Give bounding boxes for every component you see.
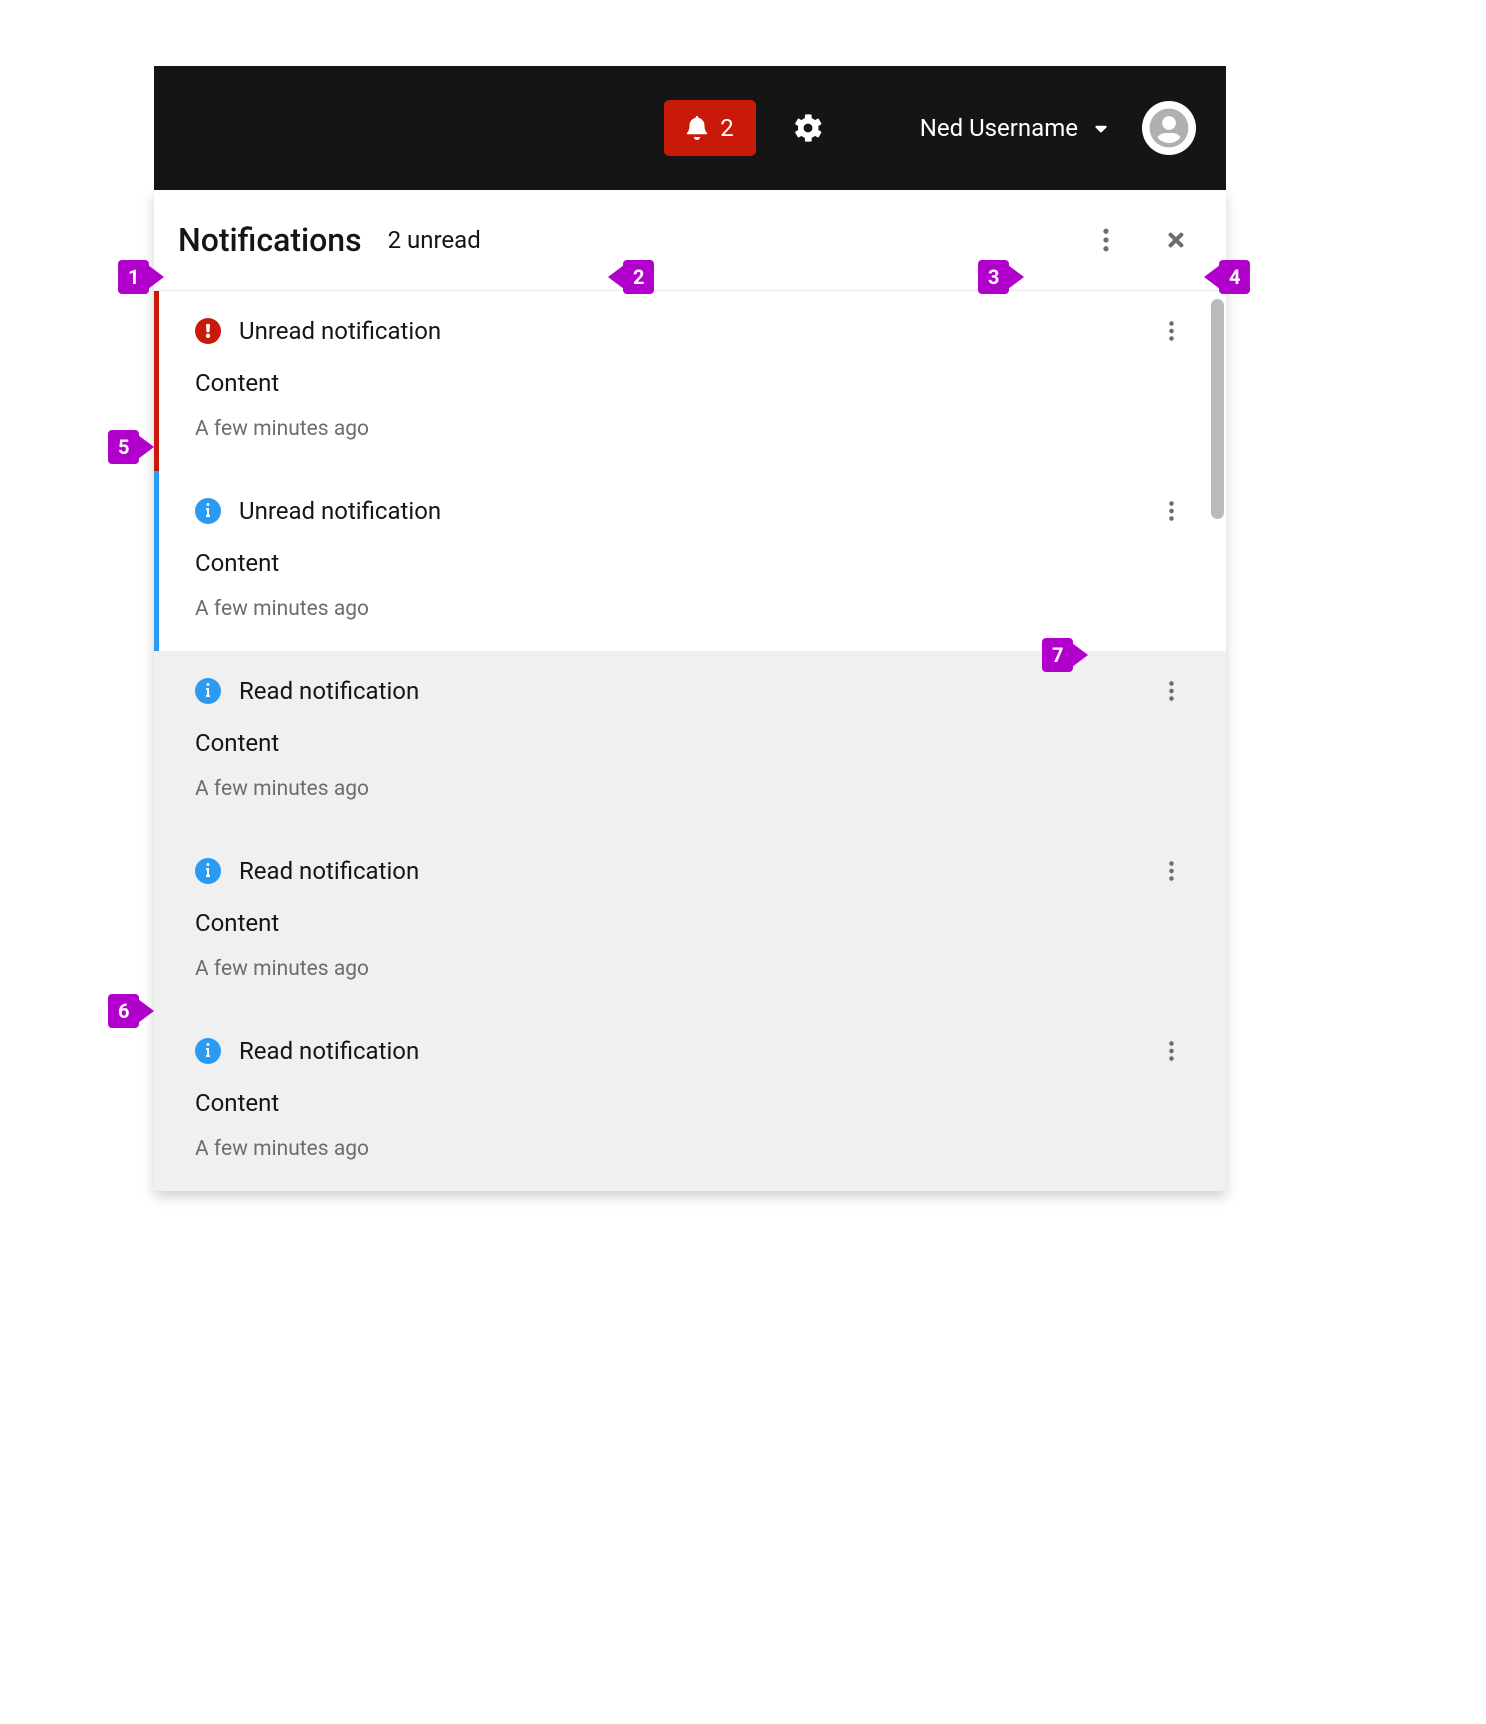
notification-title: Unread notification	[239, 317, 441, 345]
notification-body: Content	[195, 1089, 1186, 1117]
notification-item[interactable]: Read notification Content A few minutes …	[154, 831, 1226, 1011]
chevron-down-icon	[1092, 119, 1110, 137]
notification-title: Unread notification	[239, 497, 441, 525]
callout-6: 6	[108, 994, 154, 1028]
notification-drawer: Notifications 2 unread Unread notificati…	[154, 190, 1226, 1191]
kebab-icon	[1102, 226, 1110, 254]
drawer-title: Notifications	[178, 221, 362, 259]
kebab-icon	[1168, 1039, 1175, 1063]
notification-item[interactable]: Unread notification Content A few minute…	[154, 471, 1226, 651]
notification-body: Content	[195, 909, 1186, 937]
gear-icon	[794, 114, 822, 142]
callout-4: 4	[1204, 260, 1250, 294]
drawer-actions-button[interactable]	[1084, 218, 1128, 262]
kebab-icon	[1168, 859, 1175, 883]
notification-item[interactable]: Unread notification Content A few minute…	[154, 291, 1226, 471]
notification-count: 2	[720, 114, 734, 142]
kebab-icon	[1168, 499, 1175, 523]
username-label: Ned Username	[920, 114, 1078, 142]
bell-icon	[686, 116, 708, 140]
user-menu[interactable]: Ned Username	[920, 101, 1196, 155]
avatar	[1142, 101, 1196, 155]
notification-list: Unread notification Content A few minute…	[154, 291, 1226, 1191]
notification-actions-button[interactable]	[1156, 1039, 1186, 1063]
drawer-close-button[interactable]	[1154, 218, 1198, 262]
notification-title: Read notification	[239, 677, 419, 705]
notification-timestamp: A few minutes ago	[195, 597, 1186, 621]
notification-timestamp: A few minutes ago	[195, 777, 1186, 801]
exclamation-icon	[195, 318, 221, 344]
kebab-icon	[1168, 679, 1175, 703]
close-icon	[1165, 229, 1187, 251]
info-icon	[195, 858, 221, 884]
notification-actions-button[interactable]	[1156, 859, 1186, 883]
notification-item[interactable]: Read notification Content A few minutes …	[154, 651, 1226, 831]
notification-body: Content	[195, 369, 1186, 397]
notification-actions-button[interactable]	[1156, 499, 1186, 523]
notification-body: Content	[195, 729, 1186, 757]
notification-body: Content	[195, 549, 1186, 577]
drawer-header: Notifications 2 unread	[154, 190, 1226, 291]
notification-timestamp: A few minutes ago	[195, 957, 1186, 981]
notification-title: Read notification	[239, 1037, 419, 1065]
masthead: 2 Ned Username	[154, 66, 1226, 190]
notification-timestamp: A few minutes ago	[195, 1137, 1186, 1161]
notification-item[interactable]: Read notification Content A few minutes …	[154, 1011, 1226, 1191]
callout-1: 1	[118, 260, 164, 294]
notification-title: Read notification	[239, 857, 419, 885]
settings-button[interactable]	[788, 108, 828, 148]
kebab-icon	[1168, 319, 1175, 343]
notification-badge-button[interactable]: 2	[664, 100, 756, 156]
info-icon	[195, 678, 221, 704]
notification-actions-button[interactable]	[1156, 679, 1186, 703]
callout-7: 7	[1042, 638, 1088, 672]
callout-2: 2	[608, 260, 654, 294]
callout-3: 3	[978, 260, 1024, 294]
callout-5: 5	[108, 430, 154, 464]
notification-timestamp: A few minutes ago	[195, 417, 1186, 441]
drawer-unread-count: 2 unread	[388, 226, 481, 254]
notification-actions-button[interactable]	[1156, 319, 1186, 343]
info-icon	[195, 498, 221, 524]
info-icon	[195, 1038, 221, 1064]
scrollbar-thumb[interactable]	[1211, 299, 1224, 519]
